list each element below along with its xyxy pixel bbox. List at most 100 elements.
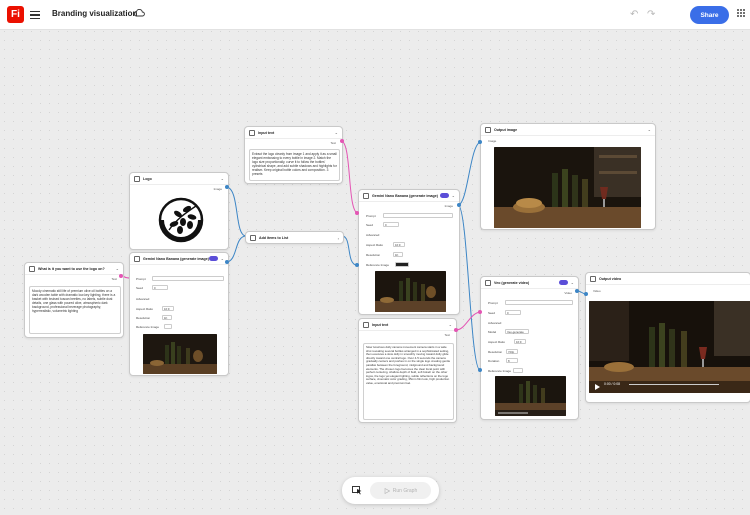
node-title: What is it you want to use the logo on? xyxy=(38,266,105,271)
olive-logo-image xyxy=(154,192,208,248)
output-port[interactable] xyxy=(454,328,458,332)
app-logo[interactable]: Fi xyxy=(7,6,24,23)
field-label: Seed xyxy=(366,223,374,227)
output-port[interactable] xyxy=(225,185,229,189)
toggle-switch[interactable] xyxy=(208,256,218,261)
port-label: Image xyxy=(488,139,497,143)
model-select[interactable]: Veo-generate xyxy=(505,329,529,334)
prompt-input[interactable] xyxy=(152,276,224,281)
output-video-player[interactable]: 0:00 / 0:08 xyxy=(589,301,750,393)
gemini-generate-image-node[interactable]: Gemini Nano Banana (generate image) ⌄ Pro… xyxy=(129,252,229,376)
video-timecode: 0:00 / 0:08 xyxy=(604,382,621,386)
chevron-down-icon[interactable]: ⌄ xyxy=(449,322,452,327)
chevron-down-icon[interactable]: ⌄ xyxy=(335,130,338,135)
chevron-down-icon[interactable]: ⌄ xyxy=(116,266,119,271)
field-label: Prompt xyxy=(366,214,376,218)
output-port[interactable] xyxy=(457,203,461,207)
aspect-ratio-select[interactable]: 16:9 xyxy=(514,339,526,344)
output-video-node[interactable]: Output video Video 0:00 / 0:08 xyxy=(585,272,750,403)
question-text-node[interactable]: What is it you want to use the logo on? ⌄… xyxy=(24,262,124,338)
field-label: Resolution xyxy=(366,253,381,257)
input-port[interactable] xyxy=(355,211,359,215)
run-graph-label: Run Graph xyxy=(392,487,418,494)
port-label: Text xyxy=(111,277,117,281)
gemini-generate-image-node[interactable]: Gemini Nano Banana (generate image) ⌄ Ima… xyxy=(358,189,460,315)
port-label: Video xyxy=(564,291,572,295)
field-label: Aspect Ratio xyxy=(366,243,384,247)
undo-icon[interactable]: ↶ xyxy=(630,9,638,20)
text-icon xyxy=(249,129,255,136)
redo-icon[interactable]: ↷ xyxy=(647,9,655,20)
aspect-ratio-select[interactable]: 16:9 xyxy=(393,242,405,247)
input-text-node[interactable]: Input text ⌄ Text Slow luxurious dolly ca… xyxy=(358,318,457,423)
apps-grid-icon[interactable] xyxy=(737,9,745,17)
output-port[interactable] xyxy=(575,289,579,293)
advanced-toggle[interactable]: Advanced xyxy=(366,233,379,237)
chevron-down-icon[interactable]: ⌄ xyxy=(648,127,651,132)
field-label: Reference Image xyxy=(488,369,512,373)
toggle-switch[interactable] xyxy=(558,280,568,285)
cloud-icon[interactable] xyxy=(133,8,145,17)
output-port[interactable] xyxy=(340,139,344,143)
toggle-switch[interactable] xyxy=(439,193,449,198)
resolution-select[interactable]: 720p xyxy=(506,349,518,354)
resolution-select[interactable]: 1K xyxy=(162,315,172,320)
resolution-select[interactable]: 1K xyxy=(393,252,403,257)
node-title: Gemini Nano Banana (generate image) xyxy=(372,193,438,198)
input-text-node[interactable]: Input text ⌄ Text Extract the logo cleanl… xyxy=(244,126,343,184)
node-title: Input text xyxy=(258,130,275,135)
input-port[interactable] xyxy=(478,140,482,144)
port-label: Text xyxy=(444,333,450,337)
duration-select[interactable]: 8 xyxy=(506,358,518,363)
advanced-toggle[interactable]: Advanced xyxy=(488,321,501,325)
reference-image-slot[interactable] xyxy=(164,324,172,329)
reference-image-thumbnails[interactable] xyxy=(395,262,409,267)
play-icon xyxy=(384,487,390,494)
field-label: Duration xyxy=(488,359,500,363)
text-field[interactable]: Extract the logo cleanly from image 1 an… xyxy=(249,149,340,181)
run-dock: Run Graph xyxy=(342,477,439,504)
prompt-input[interactable] xyxy=(383,213,453,218)
menu-icon[interactable] xyxy=(30,9,40,21)
field-label: Reference Image xyxy=(136,325,160,329)
text-field[interactable]: Slow luxurious dolly camera movement cam… xyxy=(363,343,454,420)
share-button[interactable]: Share xyxy=(690,6,729,24)
document-title[interactable]: Branding visualization xyxy=(52,9,137,18)
node-title: Gemini Nano Banana (generate image) xyxy=(143,256,209,261)
select-tool-icon[interactable] xyxy=(352,486,362,495)
output-port[interactable] xyxy=(119,274,123,278)
prompt-input[interactable] xyxy=(505,300,573,305)
reference-image-slot[interactable] xyxy=(513,368,523,373)
chevron-down-icon[interactable]: ⌄ xyxy=(571,280,574,285)
node-title: Veo (generate video) xyxy=(494,280,530,285)
chevron-down-icon[interactable]: ⌄ xyxy=(221,256,224,261)
text-field[interactable]: Moody cinematic still life of premium ol… xyxy=(29,286,121,334)
chevron-down-icon[interactable]: ⌄ xyxy=(452,193,455,198)
node-title: Input text xyxy=(372,322,389,327)
chevron-right-icon[interactable]: › xyxy=(338,236,339,241)
add-items-to-list-node[interactable]: Add items to List › xyxy=(245,231,344,244)
video-progress-bar[interactable] xyxy=(629,384,719,386)
aspect-ratio-select[interactable]: 16:9 xyxy=(162,306,174,311)
port-label: Image xyxy=(213,187,222,191)
seed-input[interactable]: 0 xyxy=(505,310,521,315)
node-title: Output image xyxy=(494,127,518,132)
output-port[interactable] xyxy=(225,260,229,264)
run-graph-button[interactable]: Run Graph xyxy=(370,482,431,499)
chevron-down-icon[interactable]: ⌄ xyxy=(221,176,224,181)
seed-input[interactable]: 0 xyxy=(152,285,168,290)
field-label: Prompt xyxy=(488,301,498,305)
advanced-toggle[interactable]: Advanced xyxy=(136,297,149,301)
logo-node[interactable]: Logo ⌄ Image xyxy=(129,172,229,250)
image-icon xyxy=(134,175,140,182)
input-port[interactable] xyxy=(478,368,482,372)
input-port[interactable] xyxy=(478,310,482,314)
seed-input[interactable]: 0 xyxy=(383,222,399,227)
video-icon xyxy=(590,275,596,282)
field-label: Seed xyxy=(488,311,496,315)
veo-generate-video-node[interactable]: Veo (generate video) ⌄ Video Prompt Seed … xyxy=(480,276,579,420)
input-port[interactable] xyxy=(355,263,359,267)
input-port[interactable] xyxy=(584,292,588,296)
output-image-node[interactable]: Output image ⌄ Image xyxy=(480,123,656,230)
field-label: Reference Image xyxy=(366,263,390,267)
